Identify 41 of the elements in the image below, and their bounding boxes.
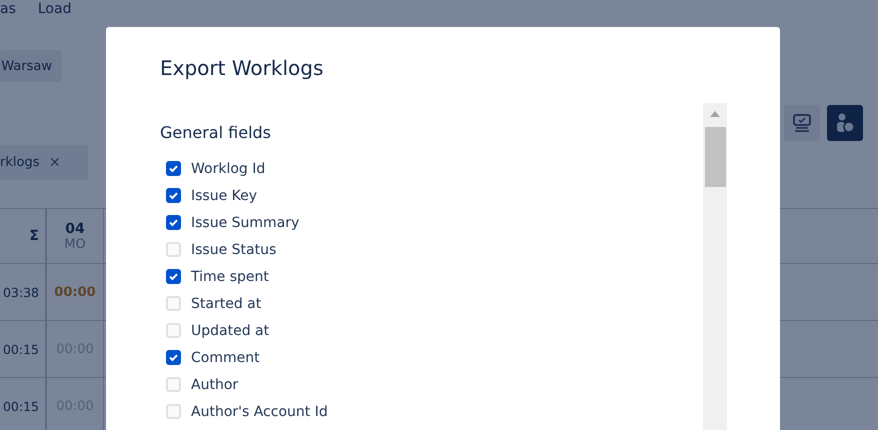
menu-item[interactable]: Load — [38, 0, 72, 20]
checkbox-label: Author — [191, 376, 238, 392]
people-icon — [834, 112, 856, 134]
checkbox-label: Issue Key — [191, 188, 258, 204]
checkbox[interactable] — [166, 188, 181, 203]
checkbox-label: Time spent — [191, 268, 269, 284]
checkbox-label: Worklog Id — [191, 160, 266, 176]
checkbox[interactable] — [166, 269, 181, 284]
column-header: Σ — [29, 228, 39, 244]
menu-item[interactable]: as — [0, 0, 16, 20]
monitor-icon — [792, 113, 812, 133]
location-button[interactable]: Warsaw — [0, 50, 62, 82]
checkbox-label: Updated at — [191, 322, 270, 338]
view-toggle[interactable] — [784, 105, 820, 141]
checkbox[interactable] — [166, 161, 181, 176]
checkbox-label: Issue Summary — [191, 214, 300, 230]
dialog-title: Export Worklogs — [160, 55, 324, 81]
checkbox-label: Comment — [191, 350, 260, 366]
scroll-up-icon — [710, 111, 720, 117]
checkbox[interactable] — [166, 350, 181, 365]
day-number: 04 — [65, 220, 85, 236]
table-cell: 00:00 — [54, 284, 96, 300]
checkbox-label: Started at — [191, 296, 262, 312]
checkbox[interactable] — [166, 377, 181, 392]
checkbox-label: Issue Status — [191, 242, 276, 258]
checkbox[interactable] — [166, 404, 181, 419]
close-button[interactable]: × — [49, 152, 60, 173]
checkbox[interactable] — [166, 323, 181, 338]
view-toggle[interactable] — [827, 105, 863, 141]
weekday: MO — [64, 236, 86, 252]
checkbox[interactable] — [166, 242, 181, 257]
table-cell: 03:38 — [2, 284, 39, 300]
scroll-thumb[interactable] — [704, 127, 726, 187]
checkbox[interactable] — [166, 296, 181, 311]
checkbox-label: Author's Account Id — [191, 404, 328, 420]
filter-label: rklogs — [0, 155, 40, 170]
checkbox[interactable] — [166, 215, 181, 230]
table-cell: 00:15 — [2, 398, 39, 414]
section-heading: General fields — [160, 123, 272, 143]
scrollbar[interactable] — [703, 103, 727, 430]
table-cell: 00:15 — [2, 342, 39, 356]
